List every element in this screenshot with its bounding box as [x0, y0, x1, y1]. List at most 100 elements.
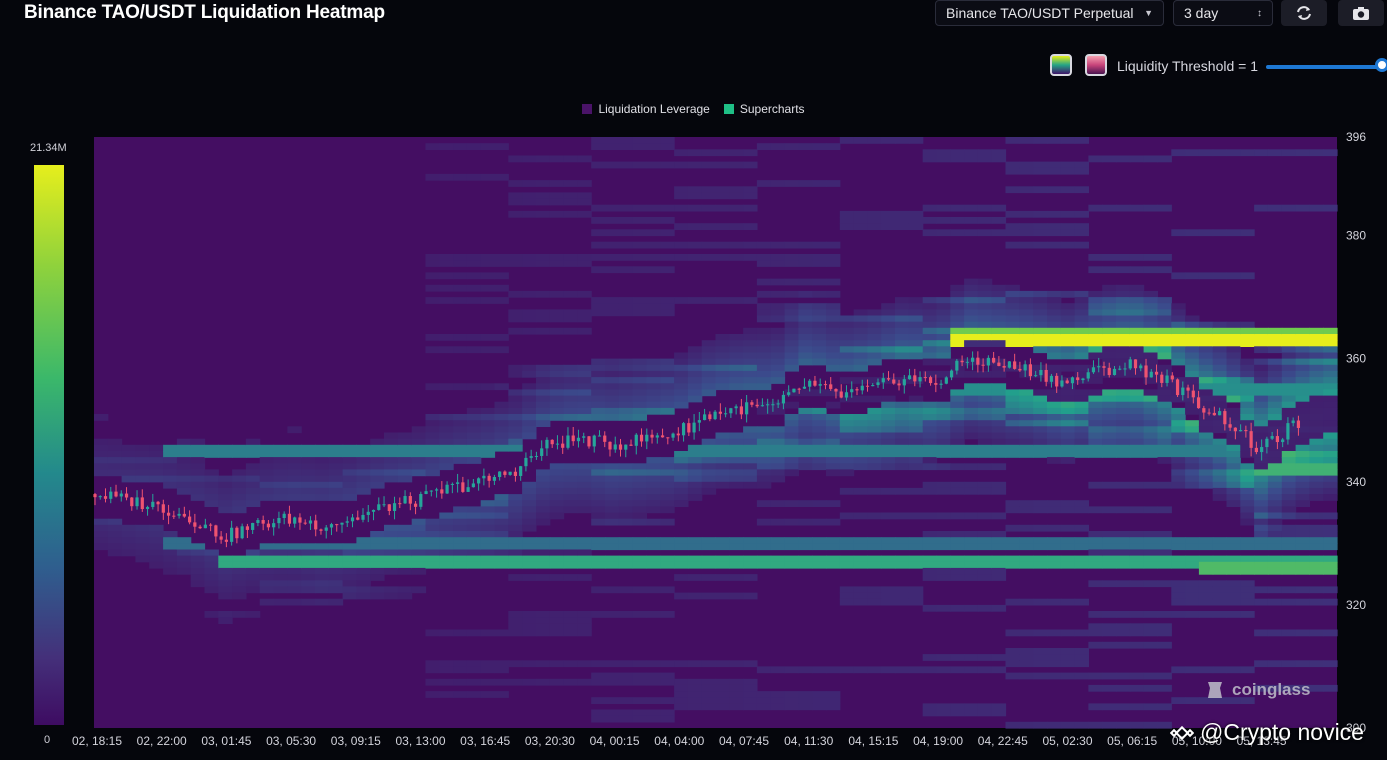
heat-cell	[1074, 352, 1089, 360]
heat-cell	[964, 321, 979, 329]
heat-cell	[563, 537, 578, 544]
heat-cell	[494, 143, 509, 150]
heat-cell	[674, 684, 689, 692]
heat-cell	[977, 451, 993, 458]
heat-cell	[895, 451, 910, 458]
heat-cell	[1047, 407, 1062, 415]
heat-cell	[1212, 444, 1228, 452]
heat-cell	[259, 475, 275, 483]
heat-cell	[812, 303, 827, 310]
heat-cell	[964, 334, 979, 341]
heat-cell	[618, 463, 634, 471]
heat-cell	[1116, 537, 1131, 544]
heat-cell	[853, 457, 868, 464]
heat-cell	[149, 531, 164, 538]
candle-body	[655, 435, 659, 438]
candle-body	[135, 497, 139, 507]
heat-cell	[632, 377, 647, 384]
heat-cell	[1171, 543, 1186, 551]
heat-cell	[1254, 567, 1269, 575]
heat-cell	[1157, 561, 1172, 569]
heat-cell	[1309, 383, 1324, 391]
heat-cell	[1254, 518, 1269, 526]
heat-cell	[770, 426, 786, 434]
heat-cell	[1212, 666, 1228, 674]
heat-cell	[549, 389, 565, 397]
heat-cell	[190, 457, 206, 464]
heat-cell	[991, 327, 1007, 335]
heat-cell	[218, 586, 233, 594]
heat-cell	[922, 229, 938, 237]
heat-cell	[895, 217, 910, 224]
heat-cell	[936, 512, 951, 520]
heat-cell	[660, 161, 675, 169]
heat-cell	[908, 592, 924, 600]
heat-cell	[536, 487, 551, 495]
heat-cell	[1267, 518, 1283, 526]
heat-cell	[784, 334, 799, 341]
heat-cell	[964, 512, 979, 520]
heat-cell	[577, 377, 592, 384]
heat-cell	[1143, 395, 1158, 403]
heat-cell	[176, 475, 192, 483]
heat-cell	[1198, 666, 1214, 674]
heat-cell	[1074, 537, 1089, 544]
heat-cell	[508, 512, 523, 520]
heat-cell	[729, 592, 744, 600]
heat-cell	[190, 469, 206, 477]
heat-cell	[729, 358, 744, 366]
heat-cell	[922, 204, 938, 212]
heat-cell	[287, 426, 302, 434]
heat-cell	[784, 254, 799, 261]
heat-cell	[453, 438, 468, 446]
heat-cell	[1102, 420, 1117, 427]
heat-cell	[1185, 592, 1200, 600]
heat-cell	[674, 660, 689, 668]
heat-cell	[1226, 463, 1241, 471]
heat-cell	[1281, 334, 1297, 341]
heat-cell	[701, 481, 717, 489]
heat-cell	[328, 555, 344, 563]
heat-cell	[1116, 672, 1131, 680]
heat-cell	[301, 543, 316, 551]
heat-cell	[936, 358, 951, 366]
heat-cell	[605, 229, 620, 237]
heat-cell	[1129, 703, 1145, 711]
heat-cell	[1267, 395, 1283, 403]
heat-cell	[881, 210, 896, 218]
candle-body	[718, 411, 722, 414]
candle-body	[592, 435, 596, 447]
heat-cell	[812, 432, 827, 440]
heat-cell	[536, 401, 551, 409]
heat-cell	[812, 389, 827, 397]
liquidation-heatmap-chart[interactable]: 396380360340320300 02, 18:15 02, 22:00 03,…	[0, 0, 1387, 760]
heat-cell	[1171, 598, 1186, 606]
heat-cell	[176, 463, 192, 471]
heat-cell	[315, 494, 330, 501]
heat-cell	[1129, 414, 1145, 421]
heat-cell	[1129, 389, 1145, 397]
heat-cell	[1102, 623, 1117, 631]
candle-body	[666, 437, 670, 439]
candle-body	[214, 525, 218, 537]
heat-cell	[549, 395, 565, 403]
heat-cell	[632, 407, 647, 415]
heat-cell	[135, 444, 150, 452]
heat-cell	[1005, 426, 1020, 434]
heat-cell	[826, 352, 841, 360]
candle-body	[119, 493, 123, 497]
heat-cell	[1198, 334, 1214, 341]
heat-cell	[950, 395, 965, 403]
heat-cell	[646, 401, 661, 409]
heat-cell	[536, 623, 551, 631]
heat-cell	[1019, 598, 1034, 606]
heat-cell	[977, 297, 993, 304]
heat-cell	[1019, 721, 1034, 729]
heat-cell	[895, 414, 910, 421]
heat-cell	[1295, 487, 1310, 495]
heat-cell	[1198, 346, 1214, 354]
heat-cell	[770, 143, 786, 150]
heat-cell	[1129, 444, 1145, 452]
heat-cell	[508, 290, 523, 298]
heat-cell	[1281, 512, 1297, 520]
